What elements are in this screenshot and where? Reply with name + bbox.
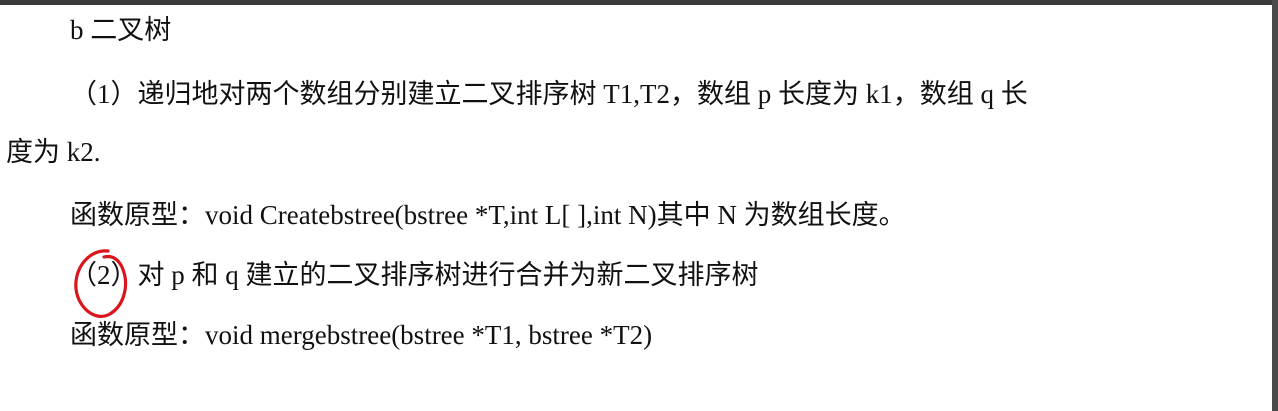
section-heading: b 二叉树 [70,15,172,45]
document-page: b 二叉树 （1）递归地对两个数组分别建立二叉排序树 T1,T2，数组 p 长度… [0,5,1272,411]
item-1-text-line-2: 度为 k2. [6,137,101,167]
item-2-function-prototype: 函数原型：void mergebstree(bstree *T1, bstree… [70,320,653,350]
item-2-text: （2）对 p 和 q 建立的二叉排序树进行合并为新二叉排序树 [70,260,759,290]
window-right-border [1272,0,1278,411]
item-1-text-line-1: （1）递归地对两个数组分别建立二叉排序树 T1,T2，数组 p 长度为 k1，数… [70,79,1028,109]
item-1-function-prototype: 函数原型：void Createbstree(bstree *T,int L[ … [70,200,906,230]
